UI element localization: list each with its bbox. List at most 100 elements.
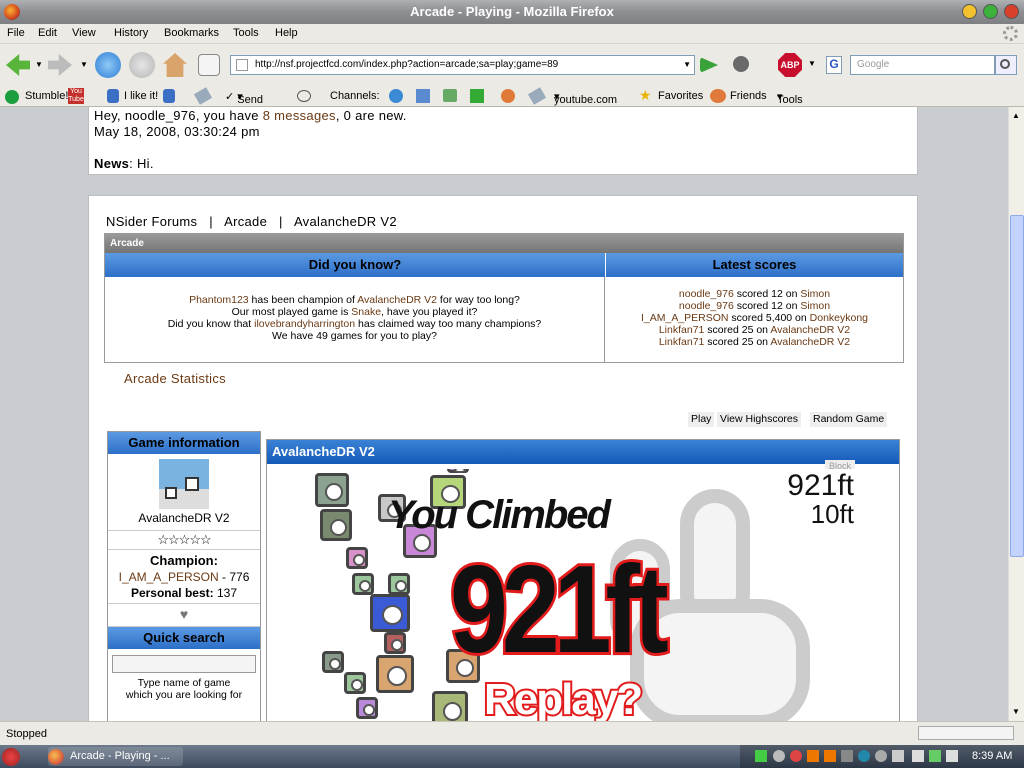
favorite-heart-icon[interactable]: ♥: [108, 604, 260, 627]
tray-icon-9[interactable]: [912, 750, 924, 762]
forward-dropdown-icon[interactable]: ▼: [80, 60, 88, 69]
arcade-statistics-link[interactable]: Arcade Statistics: [124, 371, 226, 386]
search-engine-icon[interactable]: G: [826, 56, 842, 74]
tv-icon[interactable]: [443, 89, 457, 102]
view-highscores-button[interactable]: View Highscores: [717, 412, 802, 427]
tag-icon[interactable]: [193, 87, 213, 105]
shuffle-icon[interactable]: [470, 89, 484, 103]
favorites-button[interactable]: Favorites: [658, 90, 703, 102]
champion-game-link[interactable]: AvalancheDR V2: [357, 294, 437, 306]
replay-text[interactable]: Replay?: [482, 673, 645, 721]
home-icon[interactable]: [163, 53, 187, 77]
network-icon[interactable]: [755, 750, 767, 762]
arcade-box: Arcade Did you know? Latest scores Phant…: [104, 233, 904, 363]
search-button[interactable]: [995, 55, 1017, 75]
like-button[interactable]: I like it!: [124, 90, 158, 102]
start-button[interactable]: [2, 748, 20, 766]
volume-icon[interactable]: [946, 750, 958, 762]
send-to-button[interactable]: ✓ Send to ▾: [225, 90, 263, 118]
menu-tools[interactable]: Tools: [233, 27, 259, 39]
tray-icon-3[interactable]: [807, 750, 819, 762]
clock[interactable]: 8:39 AM: [972, 750, 1012, 762]
search-icon: [1000, 59, 1010, 69]
many-champions-user-link[interactable]: ilovebrandyharrington: [254, 318, 355, 330]
youtube-icon[interactable]: You Tube: [68, 88, 84, 104]
scroll-up-icon[interactable]: ▲: [1012, 111, 1020, 120]
menu-view[interactable]: View: [72, 27, 96, 39]
scroll-down-icon[interactable]: ▼: [1012, 707, 1020, 716]
channels-label: Channels:: [330, 90, 380, 102]
game-canvas[interactable]: You Climbed 921ft Replay? 921ft 10ft: [308, 469, 858, 721]
quick-search-hint: Type name of game which you are looking …: [125, 677, 243, 701]
scroll-thumb[interactable]: [1010, 215, 1024, 557]
menu-help[interactable]: Help: [275, 27, 298, 39]
current-height: 921ft: [787, 469, 854, 502]
menu-edit[interactable]: Edit: [38, 27, 57, 39]
stop-icon[interactable]: [129, 52, 155, 78]
stumble-button[interactable]: Stumble!: [25, 90, 68, 102]
new-tab-icon[interactable]: [198, 54, 220, 76]
thumbs-down-icon[interactable]: [163, 89, 175, 103]
tray-icon-1[interactable]: [773, 750, 785, 762]
forward-icon[interactable]: [48, 54, 72, 76]
vertical-scrollbar[interactable]: ▲ ▼: [1008, 107, 1024, 721]
champion-section: Champion: I_AM_A_PERSON - 776 Personal b…: [108, 550, 260, 604]
tray-icon-10[interactable]: [929, 750, 941, 762]
tray-icon-8[interactable]: [892, 750, 904, 762]
address-bar[interactable]: http://nsf.projectfcd.com/index.php?acti…: [230, 55, 695, 75]
messages-link[interactable]: 8 messages: [263, 108, 336, 123]
youtube-site-button[interactable]: youtube.com ▾: [554, 90, 617, 106]
breadcrumb-arcade[interactable]: Arcade: [224, 214, 267, 229]
tray-icon-6[interactable]: [858, 750, 870, 762]
quick-search-input[interactable]: [112, 655, 256, 673]
system-tray: 8:39 AM: [740, 745, 1024, 768]
comment-icon[interactable]: [297, 90, 311, 102]
play-button[interactable]: Play: [688, 412, 715, 427]
close-button[interactable]: [1004, 4, 1019, 19]
most-played-link[interactable]: Snake: [351, 306, 381, 318]
breadcrumb-game[interactable]: AvalancheDR V2: [294, 214, 397, 229]
favorites-star-icon[interactable]: ★: [639, 87, 652, 104]
thumbs-up-icon[interactable]: [107, 89, 119, 103]
adblock-dropdown-icon[interactable]: ▼: [808, 59, 816, 68]
game-info-panel: Game information AvalancheDR V2 ☆☆☆☆☆ Ch…: [107, 431, 261, 721]
people-icon[interactable]: [501, 89, 515, 103]
back-dropdown-icon[interactable]: ▼: [35, 60, 43, 69]
photo-icon[interactable]: [416, 89, 430, 103]
menu-file[interactable]: File: [7, 27, 25, 39]
tray-icon-7[interactable]: [875, 750, 887, 762]
breadcrumb-forums[interactable]: NSider Forums: [106, 214, 197, 229]
menu-bookmarks[interactable]: Bookmarks: [164, 27, 219, 39]
tray-icon-4[interactable]: [824, 750, 836, 762]
random-game-button[interactable]: Random Game: [810, 412, 888, 427]
back-icon[interactable]: [6, 54, 30, 76]
extension-icon[interactable]: [733, 56, 749, 72]
tools-button[interactable]: Tools ▾: [777, 90, 803, 106]
stumbleupon-icon[interactable]: [5, 90, 19, 104]
reload-icon[interactable]: [95, 52, 121, 78]
friends-icon[interactable]: [710, 89, 726, 103]
window-title: Arcade - Playing - Mozilla Firefox: [410, 4, 614, 19]
globe-icon[interactable]: [389, 89, 403, 103]
tag2-icon[interactable]: [527, 87, 547, 105]
taskbar-task[interactable]: Arcade - Playing - ...: [48, 747, 183, 766]
window-title-bar: Arcade - Playing - Mozilla Firefox: [0, 0, 1024, 24]
minimize-button[interactable]: [962, 4, 977, 19]
arcade-header: Arcade: [105, 234, 903, 253]
tray-icon-5[interactable]: [841, 750, 853, 762]
game-thumbnail: [159, 459, 209, 509]
throbber-icon: [1003, 26, 1018, 41]
menu-history[interactable]: History: [114, 27, 148, 39]
url-dropdown-icon[interactable]: ▼: [683, 56, 691, 74]
champion-link[interactable]: I_AM_A_PERSON: [119, 570, 219, 584]
rating-stars[interactable]: ☆☆☆☆☆: [108, 531, 260, 550]
friends-button[interactable]: Friends: [730, 90, 767, 102]
big-score: 921ft: [448, 537, 672, 682]
tray-icon-2[interactable]: [790, 750, 802, 762]
score-row: Linkfan71 scored 25 on AvalancheDR V2: [658, 336, 851, 348]
search-input[interactable]: Google: [850, 55, 995, 75]
breadcrumb: NSider Forums | Arcade | AvalancheDR V2: [106, 214, 397, 229]
champion-user-link[interactable]: Phantom123: [189, 294, 249, 306]
greeting: Hey, noodle_976, you have 8 messages, 0 …: [94, 108, 407, 123]
maximize-button[interactable]: [983, 4, 998, 19]
